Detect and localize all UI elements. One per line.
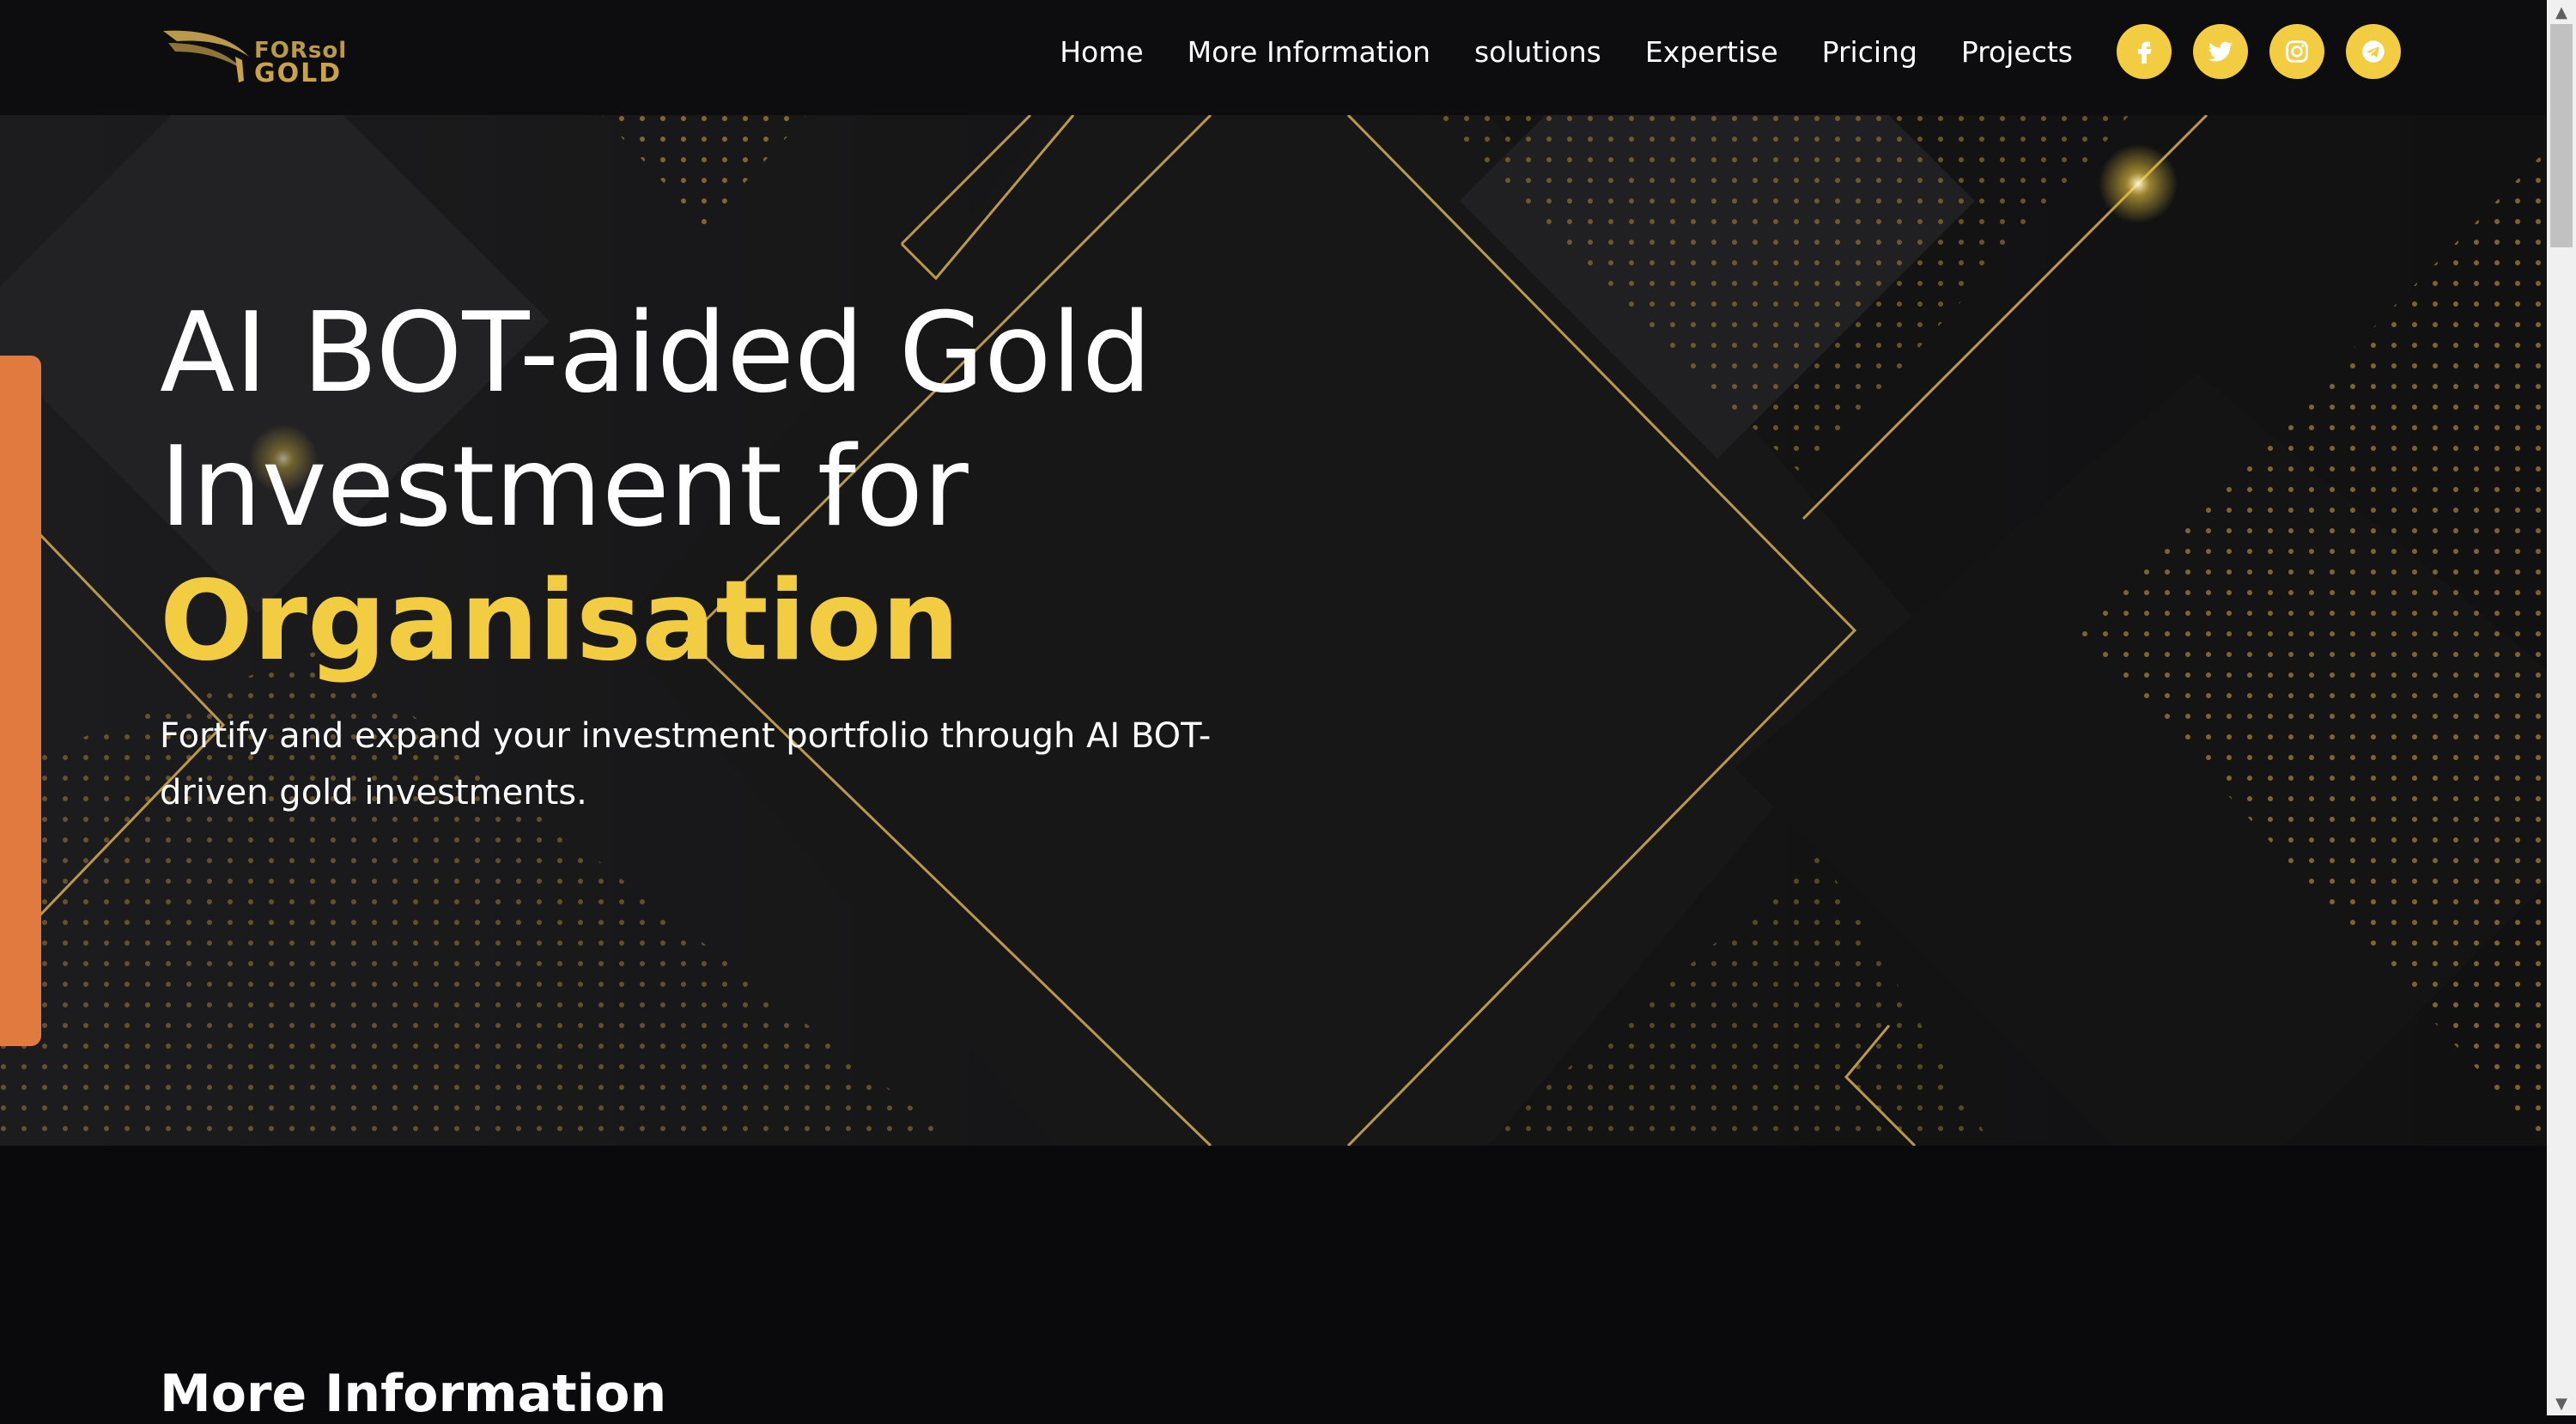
nav-more-information[interactable]: More Information xyxy=(1188,35,1431,69)
telegram-button[interactable] xyxy=(2346,24,2401,79)
nav-home[interactable]: Home xyxy=(1060,35,1143,69)
facebook-icon xyxy=(2137,41,2152,64)
scroll-down-icon[interactable]: ▼ xyxy=(2547,1391,2576,1415)
side-feedback-tab[interactable] xyxy=(0,356,41,1046)
scrollbar-thumb[interactable] xyxy=(2550,24,2573,247)
page-scrollbar[interactable]: ▲ ▼ xyxy=(2547,0,2576,1415)
nav-projects[interactable]: Projects xyxy=(1961,35,2073,69)
twitter-button[interactable] xyxy=(2193,24,2248,79)
hero-title: AI BOT-aided Gold Investment for Organis… xyxy=(160,287,1448,689)
main-nav: Home More Information solutions Expertis… xyxy=(1060,24,2401,79)
nav-solutions[interactable]: solutions xyxy=(1474,35,1601,69)
facebook-button[interactable] xyxy=(2117,24,2172,79)
brand-name-bottom: GOLD xyxy=(254,58,343,88)
instagram-button[interactable] xyxy=(2269,24,2324,79)
social-links xyxy=(2117,24,2401,79)
hero-section: AI BOT-aided Gold Investment for Organis… xyxy=(0,115,2547,1146)
hero-subtitle: Fortify and expand your investment portf… xyxy=(160,716,1212,812)
wing-icon xyxy=(163,30,249,82)
scroll-up-icon[interactable]: ▲ xyxy=(2547,0,2576,24)
hero-title-line-1: AI BOT-aided Gold xyxy=(160,289,1152,417)
hero-title-accent: Organisation xyxy=(160,557,960,685)
nav-pricing[interactable]: Pricing xyxy=(1822,35,1917,69)
telegram-icon xyxy=(2362,40,2385,63)
top-navbar: FORsol GOLD Home More Information soluti… xyxy=(0,0,2547,115)
nav-expertise[interactable]: Expertise xyxy=(1645,35,1778,69)
instagram-icon xyxy=(2286,40,2308,63)
twitter-icon xyxy=(2208,41,2233,62)
hero-title-line-2: Investment for xyxy=(160,423,969,551)
brand-logo[interactable]: FORsol GOLD xyxy=(160,22,346,88)
